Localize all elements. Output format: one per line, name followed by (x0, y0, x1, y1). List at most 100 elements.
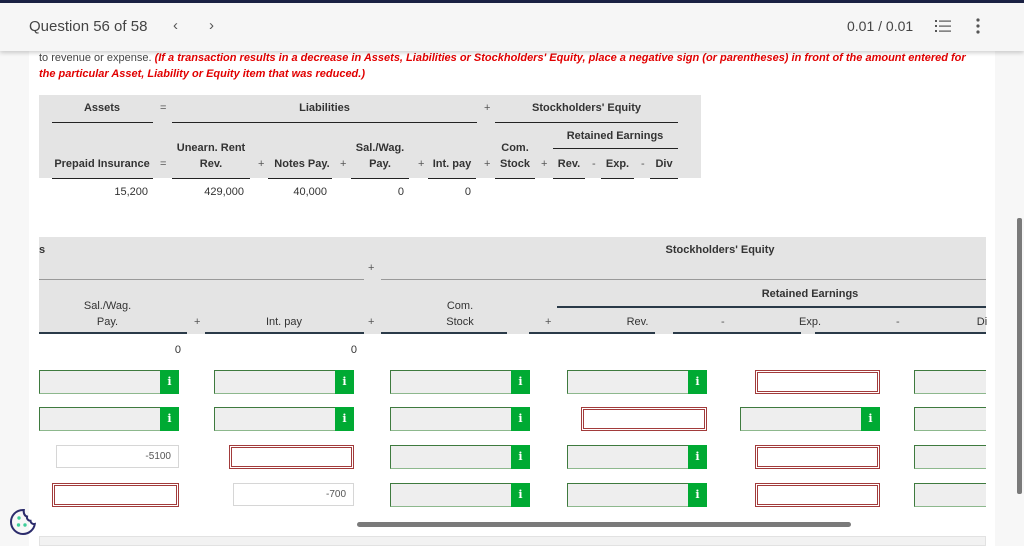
divider (553, 178, 585, 179)
col-common-stock-1: Com. (446, 300, 474, 312)
info-icon[interactable]: i (511, 370, 530, 394)
entry-cell-correct[interactable]: i (567, 483, 707, 507)
value-notes-payable: 40,000 (293, 186, 327, 198)
entry-cell-correct[interactable] (914, 370, 986, 394)
info-icon[interactable]: i (335, 407, 354, 431)
question-counter: Question 56 of 58 (29, 18, 148, 35)
divider (650, 178, 678, 179)
total-interest-payable: 0 (350, 344, 357, 356)
minus-sign: - (896, 316, 900, 328)
info-icon[interactable]: i (688, 445, 707, 469)
left-gutter (0, 51, 29, 546)
col-revenue: Rev. (626, 316, 649, 328)
info-icon[interactable]: i (511, 445, 530, 469)
next-question-button[interactable]: › (209, 17, 214, 34)
divider (172, 178, 250, 179)
instructions-note: (If a transaction results in a decrease … (39, 52, 966, 80)
entry-cell-incorrect[interactable] (229, 445, 354, 469)
col-salaries-payable-1: Sal./Wag. (83, 300, 132, 312)
entry-cell-correct[interactable] (914, 483, 986, 507)
entry-cell-correct[interactable]: i (39, 370, 179, 394)
divider (673, 332, 801, 334)
entry-cell-correct[interactable]: i (567, 445, 707, 469)
col-common-stock-2: Stock (446, 316, 474, 328)
divider (39, 332, 187, 334)
plus-sign: + (258, 158, 265, 170)
divider (553, 148, 678, 149)
entry-input-interest-payable[interactable]: -700 (233, 483, 354, 506)
divider (268, 178, 332, 179)
divider (205, 332, 364, 334)
equity-header: Stockholders' Equity (665, 244, 775, 256)
equals-sign: = (160, 158, 167, 170)
retained-earnings-header: Retained Earnings (566, 130, 664, 142)
minus-sign: - (592, 158, 596, 170)
col-interest-payable: Int. pay (432, 158, 472, 170)
plus-sign: + (368, 316, 375, 328)
vertical-scrollbar[interactable] (1017, 218, 1022, 494)
col-common-stock-1: Com. (501, 142, 529, 154)
col-unearned-rent-2: Rev. (199, 158, 223, 170)
horizontal-scrollbar[interactable] (357, 522, 851, 527)
entry-cell-incorrect[interactable] (581, 407, 707, 431)
col-interest-payable: Int. pay (265, 316, 303, 328)
value-unearned-rent: 429,000 (204, 186, 244, 198)
divider (557, 306, 986, 308)
divider (381, 332, 507, 334)
plus-sign: + (194, 316, 201, 328)
value-prepaid-insurance: 15,200 (114, 186, 148, 198)
entry-cell-correct[interactable]: i (567, 370, 707, 394)
divider (529, 332, 655, 334)
minus-sign: - (721, 316, 725, 328)
liabilities-header: Liabilities (299, 102, 350, 114)
entry-cell-correct[interactable] (914, 445, 986, 469)
divider (351, 178, 409, 179)
entry-cell-incorrect[interactable] (755, 445, 880, 469)
info-icon[interactable]: i (511, 407, 530, 431)
value-salaries-payable: 0 (397, 186, 404, 198)
entry-cell-correct[interactable] (914, 407, 986, 431)
more-vertical-icon[interactable] (975, 18, 981, 34)
entry-cell-correct[interactable]: i (390, 370, 530, 394)
info-icon[interactable]: i (335, 370, 354, 394)
col-common-stock-2: Stock (500, 158, 530, 170)
entry-cell-correct[interactable]: i (390, 483, 530, 507)
info-icon[interactable]: i (688, 483, 707, 507)
info-icon[interactable]: i (160, 407, 179, 431)
col-expense: Exp. (798, 316, 821, 328)
entry-cell-incorrect[interactable] (755, 370, 880, 394)
info-icon[interactable]: i (861, 407, 880, 431)
question-list-icon[interactable] (935, 19, 951, 33)
col-revenue: Rev. (557, 158, 581, 170)
entry-cell-correct[interactable]: i (39, 407, 179, 431)
info-icon[interactable]: i (688, 370, 707, 394)
previous-question-button[interactable]: ‹ (173, 17, 178, 34)
col-notes-payable: Notes Pay. (274, 158, 330, 170)
plus-sign: + (484, 102, 491, 114)
plus-sign: + (484, 158, 491, 170)
divider (39, 279, 364, 280)
cookie-settings-icon[interactable] (8, 507, 38, 537)
entry-cell-incorrect[interactable] (52, 483, 179, 507)
entry-cell-correct[interactable]: i (390, 445, 530, 469)
entry-cell-correct[interactable]: i (214, 407, 354, 431)
entry-cell-correct[interactable]: i (390, 407, 530, 431)
col-dividends: Div (655, 158, 673, 170)
plus-sign: + (368, 262, 375, 274)
divider (52, 178, 153, 179)
equals-sign: = (160, 102, 167, 114)
entry-cell-incorrect[interactable] (755, 483, 880, 507)
instructions: to revenue or expense. (If a transaction… (39, 50, 969, 82)
divider (815, 332, 986, 334)
entry-input-salaries-payable[interactable]: -5100 (56, 445, 179, 468)
col-unearned-rent-1: Unearn. Rent (176, 142, 246, 154)
info-icon[interactable]: i (160, 370, 179, 394)
plus-sign: + (340, 158, 347, 170)
col-salaries-payable-2: Pay. (369, 158, 391, 170)
minus-sign: - (641, 158, 645, 170)
divider (172, 122, 477, 123)
divider (52, 122, 153, 123)
entry-cell-correct[interactable]: i (740, 407, 880, 431)
entry-cell-correct[interactable]: i (214, 370, 354, 394)
info-icon[interactable]: i (511, 483, 530, 507)
